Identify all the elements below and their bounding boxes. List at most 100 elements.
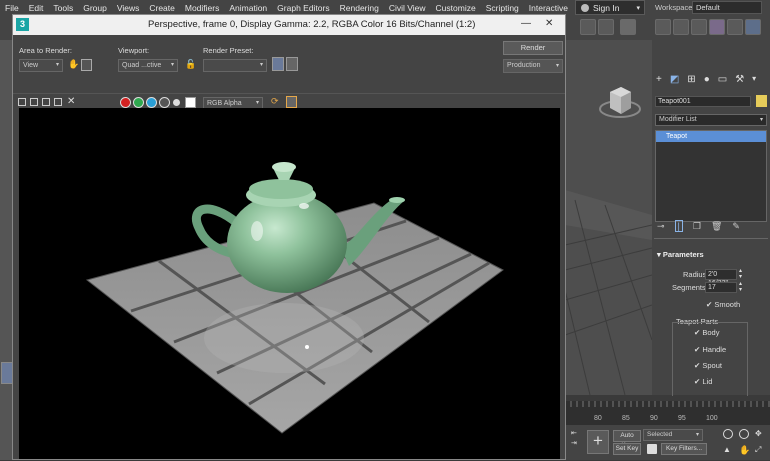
smooth-label: Smooth — [714, 300, 741, 309]
maximize-icon[interactable]: ⤢ — [755, 445, 765, 455]
overflow-icon[interactable]: ▾ — [752, 74, 756, 88]
close-icon[interactable]: ✕ — [545, 18, 553, 29]
motion-tab-icon[interactable]: ● — [704, 74, 710, 88]
remove-modifier-icon[interactable]: 🗑 — [711, 221, 722, 232]
lid-checkbox[interactable]: ✔ Lid — [694, 377, 712, 386]
menu-item-create[interactable]: Create — [144, 3, 180, 13]
smooth-checkbox[interactable]: ✔ Smooth — [706, 300, 740, 309]
radius-input[interactable]: 2'0 16/32" — [705, 269, 737, 287]
handle-checkbox[interactable]: ✔ Handle — [694, 345, 726, 354]
zoom-all-icon[interactable] — [739, 429, 749, 439]
menu-item-file[interactable]: File — [0, 3, 24, 13]
zoom-extents-icon[interactable]: ✥ — [755, 429, 765, 439]
environment-icon[interactable] — [286, 57, 298, 71]
object-name-field[interactable]: Teapot001 — [655, 96, 751, 107]
time-slider[interactable]: 80 85 90 95 100 — [564, 395, 770, 425]
production-dropdown[interactable]: Production ▾ — [503, 59, 563, 73]
minimize-icon[interactable]: — — [521, 18, 531, 29]
display-tab-icon[interactable]: ▭ — [718, 74, 727, 88]
object-color-swatch[interactable] — [756, 95, 767, 107]
key-mode-icon[interactable] — [647, 444, 657, 454]
save-image-icon[interactable] — [18, 98, 26, 106]
stack-item-teapot[interactable]: Teapot — [656, 131, 766, 142]
configure-sets-icon[interactable]: ✎ — [732, 221, 740, 232]
render-canvas[interactable] — [19, 108, 560, 459]
background-color-swatch[interactable] — [185, 97, 196, 108]
menu-item-views[interactable]: Views — [112, 3, 145, 13]
modify-tab-icon[interactable]: ◩ — [670, 74, 679, 88]
alpha-channel-icon[interactable] — [159, 97, 170, 108]
user-icon — [581, 3, 589, 12]
modifier-list-dropdown[interactable]: Modifier List ▾ — [655, 114, 767, 126]
render-production-icon[interactable] — [620, 19, 636, 35]
menu-item-animation[interactable]: Animation — [224, 3, 272, 13]
rendered-frame-window: 3 Perspective, frame 0, Display Gamma: 2… — [12, 14, 566, 460]
copy-image-icon[interactable] — [30, 98, 38, 106]
window-titlebar[interactable]: 3 Perspective, frame 0, Display Gamma: 2… — [13, 15, 565, 35]
scene-explorer-icon[interactable] — [655, 19, 671, 35]
lock-viewport-icon[interactable]: 🔓 — [185, 59, 196, 71]
menu-item-customize[interactable]: Customize — [431, 3, 481, 13]
menu-item-graph-editors[interactable]: Graph Editors — [272, 3, 334, 13]
area-to-render-dropdown[interactable]: View ▾ — [19, 59, 63, 72]
rendered-frame-icon[interactable] — [727, 19, 743, 35]
render-frame-icon[interactable] — [598, 19, 614, 35]
clear-icon[interactable]: ✕ — [67, 96, 75, 107]
workspace-select[interactable]: Default — [692, 1, 762, 14]
production-value: Production — [507, 62, 541, 69]
menu-item-edit[interactable]: Edit — [24, 3, 49, 13]
set-key-button[interactable]: Set Key — [613, 443, 641, 455]
auto-region-icon[interactable] — [81, 59, 92, 71]
print-image-icon[interactable] — [54, 98, 62, 106]
sign-in-button[interactable]: Sign In ▾ — [575, 0, 645, 15]
pin-stack-icon[interactable]: ⊸ — [657, 221, 665, 232]
menu-item-modifiers[interactable]: Modifiers — [180, 3, 224, 13]
render-teapot-icon[interactable] — [745, 19, 761, 35]
menu-item-rendering[interactable]: Rendering — [335, 3, 384, 13]
red-channel-icon[interactable] — [120, 97, 131, 108]
monochrome-icon[interactable] — [173, 99, 180, 106]
radius-spinner-icon[interactable]: ▴ ▾ — [739, 268, 742, 280]
render-setup-icon[interactable] — [272, 57, 284, 71]
menu-item-civil-view[interactable]: Civil View — [384, 3, 431, 13]
show-end-result-icon[interactable]: | — [674, 220, 683, 232]
body-checkbox[interactable]: ✔ Body — [694, 328, 719, 337]
menu-item-group[interactable]: Group — [78, 3, 112, 13]
layer-manager-icon[interactable] — [673, 19, 689, 35]
menu-item-scripting[interactable]: Scripting — [481, 3, 524, 13]
spout-checkbox[interactable]: ✔ Spout — [694, 361, 722, 370]
edit-region-icon[interactable]: ✋ — [68, 59, 79, 71]
key-filters-button[interactable]: Key Filters... — [661, 443, 707, 455]
parameters-title[interactable]: ▾ Parameters — [657, 250, 704, 259]
menu-item-tools[interactable]: Tools — [48, 3, 78, 13]
clone-window-icon[interactable] — [42, 98, 50, 106]
utilities-tab-icon[interactable]: ⚒ — [735, 74, 744, 88]
pan-icon[interactable]: ✋ — [739, 445, 750, 455]
add-key-icon[interactable]: + — [587, 430, 609, 454]
teapot-reflection — [204, 303, 364, 373]
hierarchy-tab-icon[interactable]: ⊞ — [687, 74, 695, 88]
material-editor-icon[interactable] — [691, 19, 707, 35]
channel-value: RGB Alpha — [207, 100, 242, 107]
viewport-dropdown[interactable]: Quad ...ctive ▾ — [118, 59, 178, 72]
menu-item-interactive[interactable]: Interactive — [524, 3, 573, 13]
key-selection-dropdown[interactable]: Selected ▾ — [643, 429, 703, 441]
render-preset-dropdown[interactable]: ▾ — [203, 59, 267, 72]
field-of-view-icon[interactable]: ▲ — [723, 445, 733, 455]
make-unique-icon[interactable]: ❐ — [693, 221, 701, 232]
toggle-ui-overlays-icon[interactable]: ⟳ — [271, 96, 282, 108]
render-setup-2-icon[interactable] — [709, 19, 725, 35]
auto-key-button[interactable]: Auto Key — [613, 430, 641, 449]
render-button[interactable]: Render — [503, 41, 563, 55]
green-channel-icon[interactable] — [133, 97, 144, 108]
blue-channel-icon[interactable] — [146, 97, 157, 108]
toggle-ui-icon[interactable] — [286, 96, 297, 108]
render-setup-icon[interactable] — [580, 19, 596, 35]
segments-spinner-icon[interactable]: ▴ ▾ — [739, 281, 742, 293]
create-tab-icon[interactable]: + — [656, 74, 662, 88]
chevron-down-icon: ▾ — [170, 62, 174, 68]
nav-arrows[interactable]: ⇤ ⇥ — [571, 429, 577, 449]
segments-input[interactable]: 17 — [705, 282, 737, 293]
zoom-icon[interactable] — [723, 429, 733, 439]
perspective-viewport[interactable] — [564, 40, 653, 396]
